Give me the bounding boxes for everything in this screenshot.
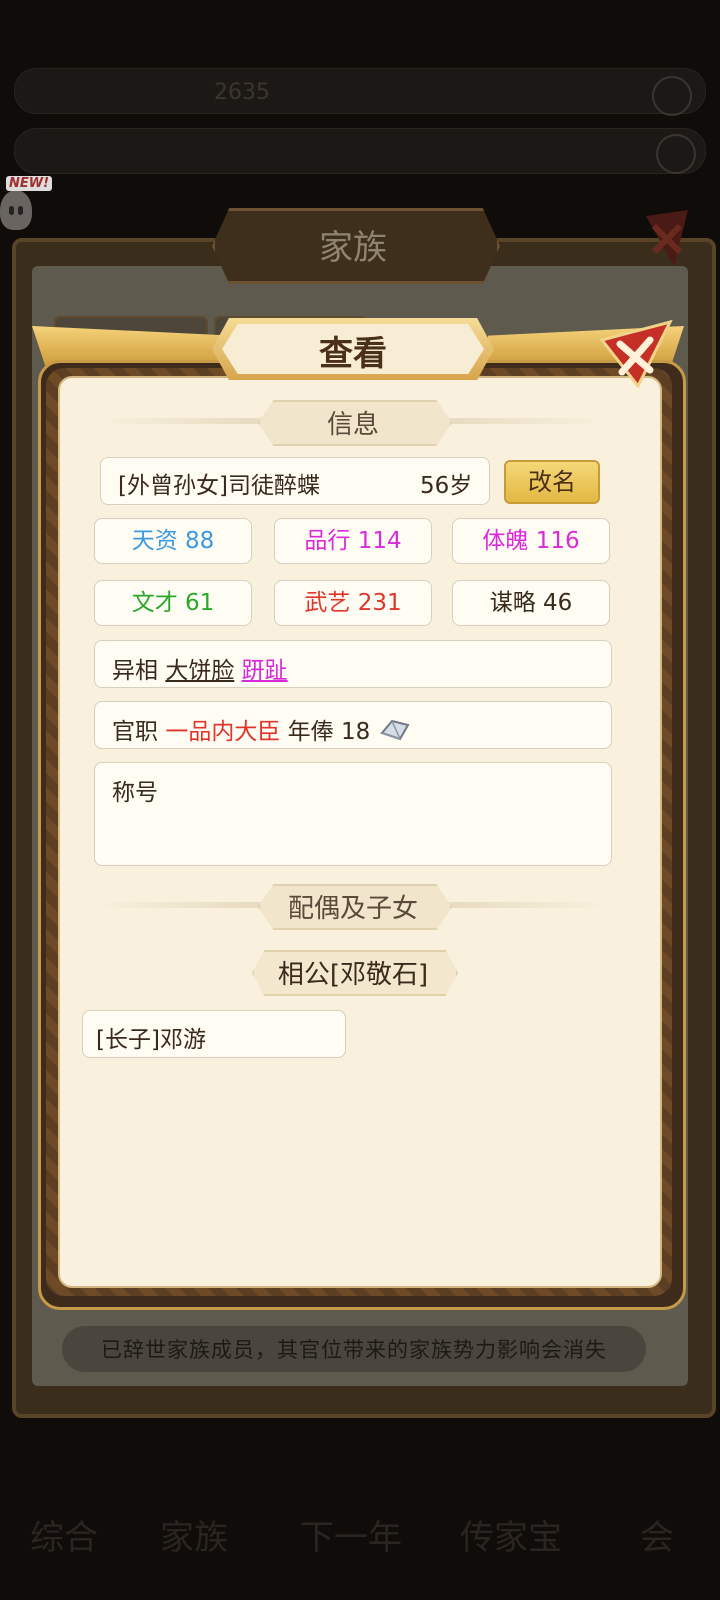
family-dialog-title: 家族 <box>319 228 387 268</box>
close-icon[interactable] <box>598 318 674 388</box>
office-rank: 一品内大臣 <box>165 719 281 745</box>
traits-label-text: 异相 <box>112 658 158 684</box>
resource-value: 2635 <box>214 80 270 105</box>
nav-more: 会 <box>640 1518 674 1558</box>
nav-next-year: 下一年 <box>300 1518 402 1558</box>
view-dialog-title: 查看 <box>319 334 387 374</box>
add-icon <box>656 134 696 174</box>
ghost-icon <box>0 190 32 230</box>
stat-martial: 武艺 231 <box>274 580 432 626</box>
member-age: 56岁 <box>420 473 473 499</box>
member-name: [外曾孙女]司徒醉蝶 <box>118 473 320 499</box>
silver-ingot-icon <box>379 719 410 741</box>
office-label: 官职 <box>112 719 158 745</box>
stat-literary: 文才 61 <box>94 580 252 626</box>
rename-button[interactable]: 改名 <box>504 460 600 504</box>
stat-physique: 体魄 116 <box>452 518 610 564</box>
new-badge: NEW! <box>6 176 53 191</box>
trait-link-1[interactable]: 大饼脸 <box>165 658 234 684</box>
nav-family: 家族 <box>160 1518 228 1558</box>
info-section-title: 信息 <box>326 410 379 440</box>
nav-heirloom: 传家宝 <box>460 1518 562 1558</box>
traits-label: 异相 大饼脸 趼趾 <box>112 651 288 685</box>
stat-conduct: 品行 114 <box>274 518 432 564</box>
salary-label: 年俸 <box>287 719 334 745</box>
family-close-icon[interactable] <box>644 208 690 268</box>
trait-link-2[interactable]: 趼趾 <box>242 658 288 684</box>
honorific-label: 称号 <box>112 780 158 806</box>
stat-strategy: 谋略 46 <box>452 580 610 626</box>
second-resource-bar <box>14 128 706 174</box>
top-resource-bar <box>14 68 706 114</box>
nav-overview: 综合 <box>30 1518 98 1558</box>
hint-text: 已辞世家族成员，其官位带来的家族势力影响会消失 <box>101 1338 607 1362</box>
stat-aptitude: 天资 88 <box>94 518 252 564</box>
help-icon <box>652 76 692 116</box>
honorific-field <box>94 762 612 866</box>
family-section-title: 配偶及子女 <box>287 894 418 924</box>
child-name[interactable]: [长子]邓游 <box>96 1020 206 1054</box>
spouse-name[interactable]: 相公[邓敬石] <box>252 954 454 991</box>
salary-value: 18 <box>340 719 371 745</box>
office-row: 官职 一品内大臣 年俸 18 <box>112 712 410 746</box>
new-event-button[interactable]: NEW! <box>0 176 53 236</box>
